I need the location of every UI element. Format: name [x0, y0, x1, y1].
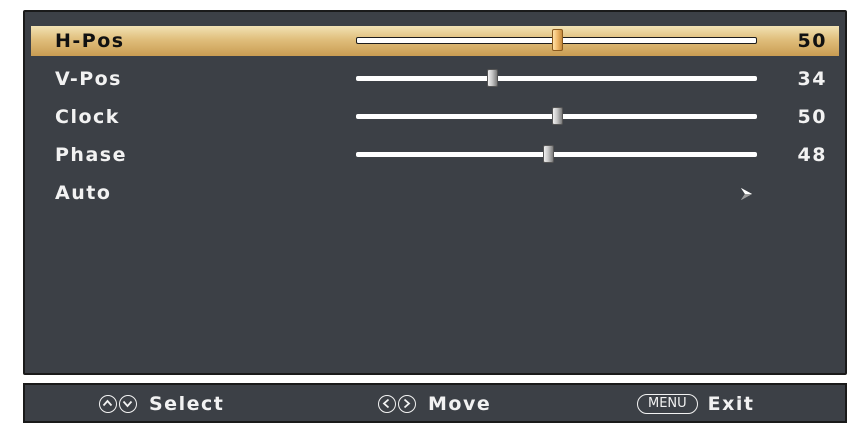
slider-thumb[interactable] [551, 29, 563, 51]
menu-row-label: Phase [55, 144, 127, 166]
menu-row-clock[interactable]: Clock 50 [31, 102, 839, 132]
down-arrow-icon [119, 395, 137, 413]
menu-key-icon: MENU [637, 394, 698, 414]
menu-row-value: 48 [797, 144, 827, 166]
osd-menu-panel: H-Pos 50 V-Pos 34 Clock 50 Phase 48 Auto [23, 10, 847, 375]
menu-row-label: H-Pos [55, 30, 125, 52]
move-hint-label: Move [428, 393, 492, 415]
right-arrow-icon [398, 395, 416, 413]
menu-row-value: 34 [797, 68, 827, 90]
move-hint: Move [378, 392, 491, 416]
menu-row-value: 50 [797, 30, 827, 52]
menu-row-label: Auto [55, 182, 112, 204]
menu-row-h-pos[interactable]: H-Pos 50 [31, 26, 839, 56]
h-pos-slider[interactable] [356, 29, 757, 51]
v-pos-slider[interactable] [356, 69, 757, 87]
menu-row-auto[interactable]: Auto [31, 178, 839, 208]
chevron-right-icon [741, 188, 752, 200]
menu-row-label: Clock [55, 106, 120, 128]
phase-slider[interactable] [356, 145, 757, 163]
menu-row-value: 50 [797, 106, 827, 128]
select-hint: Select [99, 392, 224, 416]
menu-row-label: V-Pos [55, 68, 122, 90]
menu-row-phase[interactable]: Phase 48 [31, 140, 839, 170]
select-hint-label: Select [149, 393, 225, 415]
slider-thumb[interactable] [551, 107, 563, 125]
slider-thumb[interactable] [543, 145, 555, 163]
exit-hint: MENU Exit [637, 392, 755, 416]
left-arrow-icon [378, 395, 396, 413]
osd-key-hints-bar: Select Move MENU Exit [23, 383, 847, 423]
clock-slider[interactable] [356, 107, 757, 125]
menu-row-v-pos[interactable]: V-Pos 34 [31, 64, 839, 94]
slider-thumb[interactable] [487, 69, 499, 87]
exit-hint-label: Exit [707, 393, 755, 415]
up-arrow-icon [99, 395, 117, 413]
